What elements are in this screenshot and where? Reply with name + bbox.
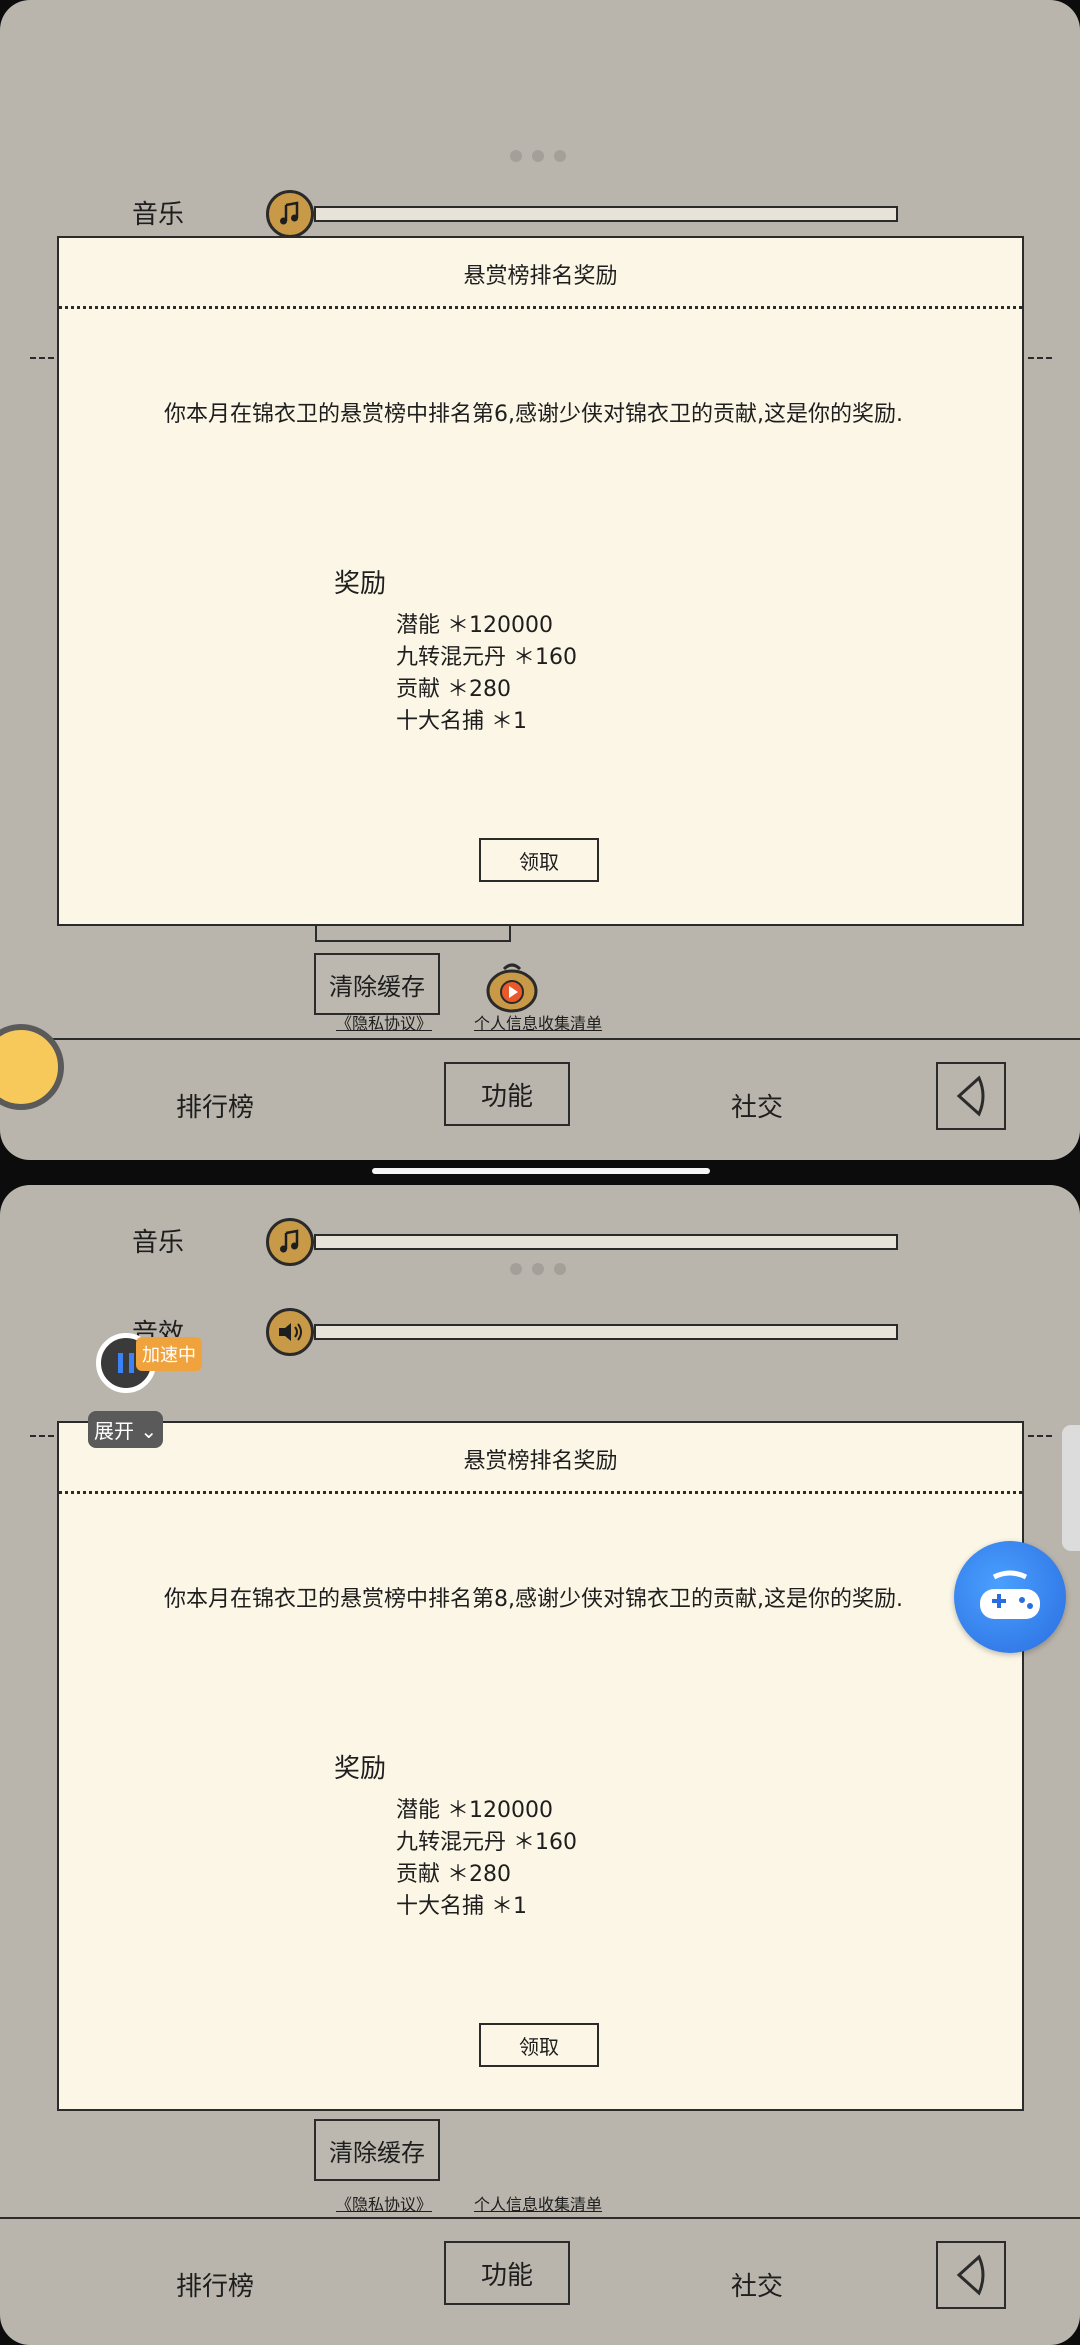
music-volume-slider[interactable] [314, 1234, 898, 1250]
hidden-button-edge [315, 926, 511, 942]
nav-ranking[interactable]: 排行榜 [160, 2219, 270, 2345]
divider [1028, 357, 1052, 359]
info-list-link[interactable]: 个人信息收集清单 [474, 1010, 602, 1034]
nav-ranking[interactable]: 排行榜 [160, 1040, 270, 1160]
reward-list: 潜能 ＊120000 九转混元丹 ＊160 贡献 ＊280 十大名捕 ＊1 [396, 1795, 577, 1923]
bottom-window: 音乐 音效 悬赏榜排名奖励 你本月在锦衣卫的悬赏榜中排名第8,感谢少侠对锦衣卫的… [0, 1185, 1080, 2345]
divider [1028, 1435, 1052, 1437]
bottom-nav: 排行榜 功能 社交 [0, 1038, 1080, 1160]
reward-dialog: 悬赏榜排名奖励 你本月在锦衣卫的悬赏榜中排名第8,感谢少侠对锦衣卫的贡献,这是你… [57, 1421, 1024, 2111]
speed-badge: 加速中 [136, 1337, 202, 1371]
reward-item: 潜能 ＊120000 [396, 613, 553, 638]
music-label: 音乐 [132, 1228, 185, 1258]
music-volume-slider[interactable] [314, 206, 898, 222]
top-window: 音乐 悬赏榜排名奖励 你本月在锦衣卫的悬赏榜中排名第6,感谢少侠对锦衣卫的贡献,… [0, 0, 1080, 1160]
side-edge-handle[interactable] [1062, 1425, 1080, 1551]
reward-item: 九转混元丹 ＊160 [396, 645, 577, 670]
clear-cache-button[interactable]: 清除缓存 [314, 953, 440, 1015]
divider [30, 357, 54, 359]
reward-item: 九转混元丹 ＊160 [396, 1830, 577, 1855]
claim-button[interactable]: 领取 [479, 838, 599, 882]
dialog-title: 悬赏榜排名奖励 [463, 264, 618, 289]
dialog-divider [59, 306, 1022, 309]
claim-button[interactable]: 领取 [479, 2023, 599, 2067]
chevron-down-icon: ⌄ [134, 1419, 158, 1443]
music-note-icon[interactable] [266, 190, 314, 238]
bottom-nav: 排行榜 功能 社交 [0, 2217, 1080, 2345]
dialog-title: 悬赏榜排名奖励 [463, 1449, 618, 1474]
dialog-divider [59, 1491, 1022, 1494]
back-button[interactable] [936, 1062, 1006, 1130]
back-button[interactable] [936, 2241, 1006, 2309]
reward-item: 十大名捕 ＊1 [396, 709, 527, 734]
window-handle[interactable] [510, 150, 570, 162]
nav-function[interactable]: 功能 [444, 1062, 570, 1126]
window-handle[interactable] [510, 1263, 570, 1275]
privacy-link[interactable]: 《隐私协议》 [336, 2191, 432, 2215]
nav-social[interactable]: 社交 [712, 2219, 802, 2345]
split-handle[interactable] [372, 1168, 710, 1174]
reward-item: 贡献 ＊280 [396, 677, 511, 702]
reward-dialog: 悬赏榜排名奖励 你本月在锦衣卫的悬赏榜中排名第6,感谢少侠对锦衣卫的贡献,这是你… [57, 236, 1024, 926]
nav-social[interactable]: 社交 [712, 1040, 802, 1160]
reward-item: 十大名捕 ＊1 [396, 1894, 527, 1919]
privacy-link[interactable]: 《隐私协议》 [336, 1010, 432, 1034]
reward-list: 潜能 ＊120000 九转混元丹 ＊160 贡献 ＊280 十大名捕 ＊1 [396, 610, 577, 738]
reward-heading: 奖励 [334, 569, 387, 599]
sound-volume-slider[interactable] [314, 1324, 898, 1340]
gamepad-icon [980, 1570, 1040, 1619]
speaker-icon[interactable] [266, 1308, 314, 1356]
dialog-message: 你本月在锦衣卫的悬赏榜中排名第8,感谢少侠对锦衣卫的贡献,这是你的奖励. [164, 1587, 903, 1612]
expand-button[interactable]: 展开 ⌄ [88, 1411, 164, 1448]
dialog-message: 你本月在锦衣卫的悬赏榜中排名第6,感谢少侠对锦衣卫的贡献,这是你的奖励. [164, 402, 903, 427]
nav-function[interactable]: 功能 [444, 2241, 570, 2305]
music-note-icon[interactable] [266, 1218, 314, 1266]
divider [30, 1435, 54, 1437]
back-arrow-icon [956, 1075, 985, 1117]
clear-cache-button[interactable]: 清除缓存 [314, 2119, 440, 2181]
game-assistant-float[interactable] [954, 1541, 1066, 1653]
reward-item: 潜能 ＊120000 [396, 1798, 553, 1823]
music-label: 音乐 [132, 200, 185, 230]
back-arrow-icon [956, 2254, 985, 2296]
video-reward-icon[interactable] [482, 955, 542, 1015]
expand-label: 展开 [94, 1419, 134, 1443]
reward-item: 贡献 ＊280 [396, 1862, 511, 1887]
pause-icon [118, 1353, 134, 1373]
info-list-link[interactable]: 个人信息收集清单 [474, 2191, 602, 2215]
reward-heading: 奖励 [334, 1754, 387, 1784]
